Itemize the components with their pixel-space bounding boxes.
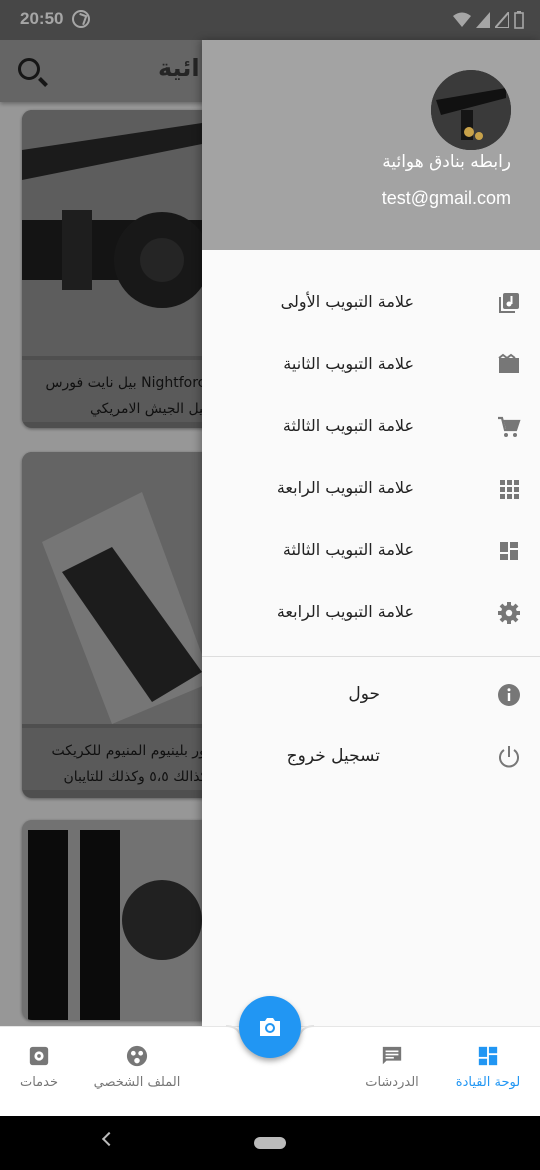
drawer-item-tab-4[interactable]: علامة التبويب الرابعة [202,458,540,520]
camera-fab-button[interactable] [239,996,301,1058]
drawer-item-label: علامة التبويب الرابعة [276,602,414,621]
nav-item-dashboard[interactable]: لوحة القيادة [443,1045,533,1090]
settings-icon [29,1046,49,1066]
back-icon[interactable] [101,1131,117,1147]
nav-item-chats[interactable]: الدردشات [347,1045,437,1090]
movie-icon [498,353,519,373]
drawer-item-label: حول [348,684,380,704]
apps-grid-icon [500,480,519,499]
system-nav-bar [0,1116,540,1170]
camera-icon [260,1018,280,1036]
settings-icon [498,602,520,624]
avatar[interactable] [431,70,511,150]
nav-label: خدمات [19,1075,59,1090]
navigation-drawer: رابطه بنادق هوائية test@gmail.com علامة … [202,40,540,1026]
drawer-header: رابطه بنادق هوائية test@gmail.com [202,40,540,250]
nav-label: الدردشات [365,1075,419,1090]
drawer-item-tab-2[interactable]: علامة التبويب الثانية [202,334,540,396]
drawer-item-tab-3[interactable]: علامة التبويب الثالثة [202,396,540,458]
nav-label: الملف الشخصي [93,1075,181,1090]
shopping-cart-icon [498,416,521,437]
library-music-icon [499,293,519,313]
drawer-item-label: علامة التبويب الثالثة [282,416,414,435]
home-pill-icon[interactable] [254,1137,286,1149]
nav-label: لوحة القيادة [455,1075,521,1090]
drawer-user-name: رابطه بنادق هوائية [382,152,511,172]
nav-item-profile[interactable]: الملف الشخصي [92,1045,182,1090]
drawer-item-tab-6[interactable]: علامة التبويب الرابعة [202,582,540,644]
avatar-image [431,70,511,150]
drawer-item-label: علامة التبويب الأولى [280,292,414,311]
drawer-user-email: test@gmail.com [381,188,511,208]
dashboard-icon [478,1046,498,1066]
drawer-item-label: تسجيل خروج [286,746,380,766]
drawer-item-about[interactable]: حول [202,664,540,726]
drawer-item-logout[interactable]: تسجيل خروج [202,726,540,788]
drawer-item-label: علامة التبويب الرابعة [276,478,414,497]
drawer-item-label: علامة التبويب الثالثة [282,540,414,559]
dashboard-icon [500,542,518,560]
drawer-item-label: علامة التبويب الثانية [283,354,414,373]
profile-icon [126,1045,148,1067]
nav-item-services[interactable]: خدمات [0,1045,84,1090]
power-icon [499,746,519,768]
info-icon [498,684,520,706]
drawer-item-tab-5[interactable]: علامة التبويب الثالثة [202,520,540,582]
drawer-item-tab-1[interactable]: علامة التبويب الأولى [202,272,540,334]
chat-icon [382,1046,402,1065]
drawer-divider [202,656,540,657]
